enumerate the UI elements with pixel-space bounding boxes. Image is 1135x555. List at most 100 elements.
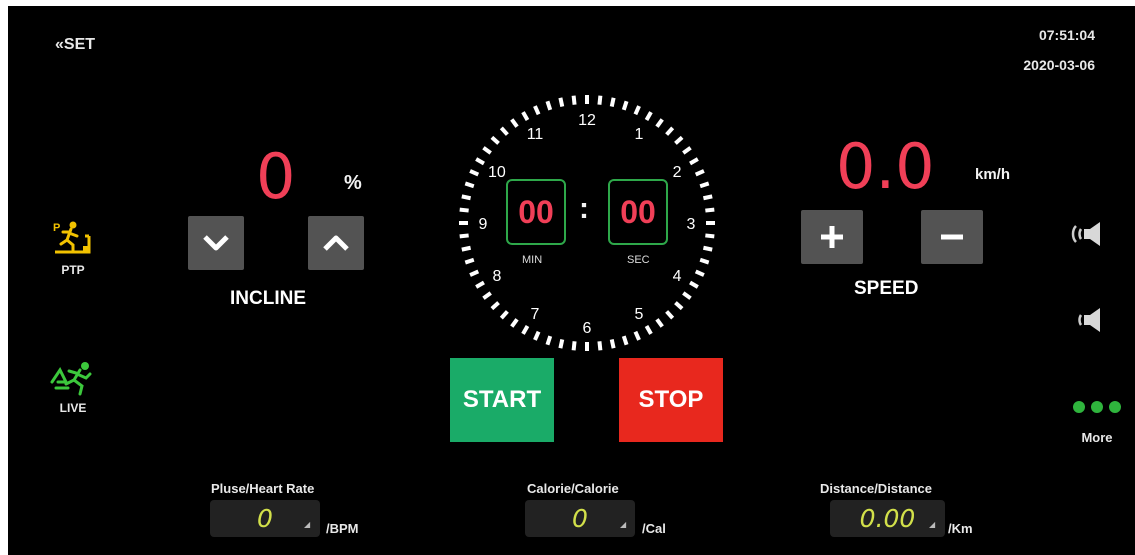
dial-tick	[597, 341, 603, 351]
dial-tick	[682, 146, 692, 155]
dial-tick	[597, 95, 603, 105]
dial-tick	[533, 330, 541, 341]
start-button[interactable]: START	[450, 358, 554, 442]
dial-number: 2	[673, 164, 682, 181]
dial-tick	[705, 207, 715, 213]
dial-tick	[674, 301, 684, 311]
dial-tick	[699, 181, 710, 189]
distance-value: 0.00	[859, 504, 916, 533]
dial-tick	[469, 269, 480, 277]
timer-minutes: 00	[506, 179, 566, 245]
dial-tick	[464, 181, 475, 189]
dial-tick	[682, 291, 692, 300]
dial-tick	[490, 135, 500, 145]
dial-tick	[644, 325, 653, 335]
calorie-unit: /Cal	[642, 521, 666, 536]
dial-tick	[459, 233, 469, 239]
dial-tick	[558, 97, 565, 108]
incline-up-button[interactable]	[308, 216, 364, 270]
incline-unit: %	[344, 172, 362, 194]
dial-tick	[694, 169, 705, 177]
calorie-title: Calorie/Calorie	[527, 481, 619, 496]
more-button[interactable]: More	[1059, 400, 1135, 445]
speed-decrease-button[interactable]	[921, 210, 983, 264]
distance-title: Distance/Distance	[820, 481, 932, 496]
chevron-up-icon	[323, 235, 349, 251]
dial-tick	[609, 338, 616, 349]
dial-tick	[621, 335, 629, 346]
dial-tick	[705, 233, 715, 239]
dial-tick	[571, 95, 577, 105]
dial-tick	[689, 280, 699, 289]
chevron-down-icon	[203, 235, 229, 251]
heart-rate-value-field[interactable]: 0	[210, 500, 320, 537]
min-label: MIN	[522, 254, 543, 266]
dial-tick	[674, 135, 684, 145]
dial-tick	[521, 111, 530, 121]
screen: «SET 07:51:04 2020-03-06 P PTP LIVE 0 %	[0, 0, 1135, 555]
heart-rate-title: Pluse/Heart Rate	[211, 481, 315, 496]
dropdown-arrow-icon: ◢	[304, 520, 311, 529]
dropdown-arrow-icon: ◢	[620, 520, 627, 529]
dial-tick	[461, 194, 472, 201]
treadmill-console: «SET 07:51:04 2020-03-06 P PTP LIVE 0 %	[8, 6, 1135, 555]
dial-tick	[665, 126, 675, 136]
dial-tick	[655, 118, 664, 128]
sidebar-item-live[interactable]: LIVE	[38, 360, 108, 415]
sidebar-item-ptp[interactable]: P PTP	[38, 218, 108, 277]
dial-tick	[699, 257, 710, 265]
speed-value: 0.0	[836, 130, 935, 203]
dial-tick	[633, 330, 641, 341]
dial-tick	[475, 280, 485, 289]
clock-date: 2020-03-06	[1023, 57, 1095, 73]
set-label: SET	[63, 36, 96, 53]
dial-tick	[655, 318, 664, 328]
dial-tick	[644, 111, 653, 121]
dial-tick	[545, 100, 553, 111]
timer-seconds: 00	[608, 179, 668, 245]
set-button[interactable]: «SET	[55, 36, 95, 54]
clock-time: 07:51:04	[1038, 27, 1095, 43]
dial-tick	[702, 194, 713, 201]
dial-tick	[633, 105, 641, 116]
dial-tick	[510, 118, 519, 128]
dial-tick	[464, 257, 475, 265]
dropdown-arrow-icon: ◢	[929, 520, 936, 529]
calorie-value-field[interactable]: 0	[525, 500, 635, 537]
volume-up-button[interactable]	[1070, 220, 1106, 253]
minus-icon	[941, 234, 963, 240]
dial-tick	[545, 335, 553, 346]
more-dots-icon	[1059, 400, 1135, 418]
dial-tick	[490, 301, 500, 311]
dial-number: 12	[578, 112, 596, 129]
speed-unit: km/h	[975, 166, 1011, 183]
distance-value-field[interactable]: 0.00	[830, 500, 945, 537]
live-runner-icon	[50, 362, 96, 400]
incline-down-button[interactable]	[188, 216, 244, 270]
sidebar-item-label: LIVE	[59, 401, 87, 415]
dial-tick	[621, 100, 629, 111]
incline-label: INCLINE	[230, 288, 306, 309]
dial-tick	[475, 157, 485, 166]
dial-tick	[459, 207, 469, 213]
calorie-value: 0	[572, 504, 588, 533]
dial-number: 5	[635, 306, 644, 323]
stop-button[interactable]: STOP	[619, 358, 723, 442]
speed-increase-button[interactable]	[801, 210, 863, 264]
dial-tick	[689, 157, 699, 166]
dial-number: 6	[583, 320, 592, 337]
dial-tick	[482, 291, 492, 300]
dial-number: 1	[635, 126, 644, 143]
sec-label: SEC	[627, 254, 650, 266]
distance-unit: /Km	[948, 521, 973, 536]
volume-up-icon	[1071, 222, 1100, 246]
volume-down-button[interactable]	[1076, 306, 1106, 339]
ptp-treadmill-icon: P	[51, 221, 95, 262]
dial-number: 9	[479, 216, 488, 233]
plus-icon	[821, 226, 843, 248]
dial-tick	[533, 105, 541, 116]
dial-number: 4	[673, 268, 682, 285]
svg-text:P: P	[53, 222, 60, 234]
double-chevron-left-icon: «	[55, 36, 64, 53]
speed-label: SPEED	[854, 278, 919, 299]
